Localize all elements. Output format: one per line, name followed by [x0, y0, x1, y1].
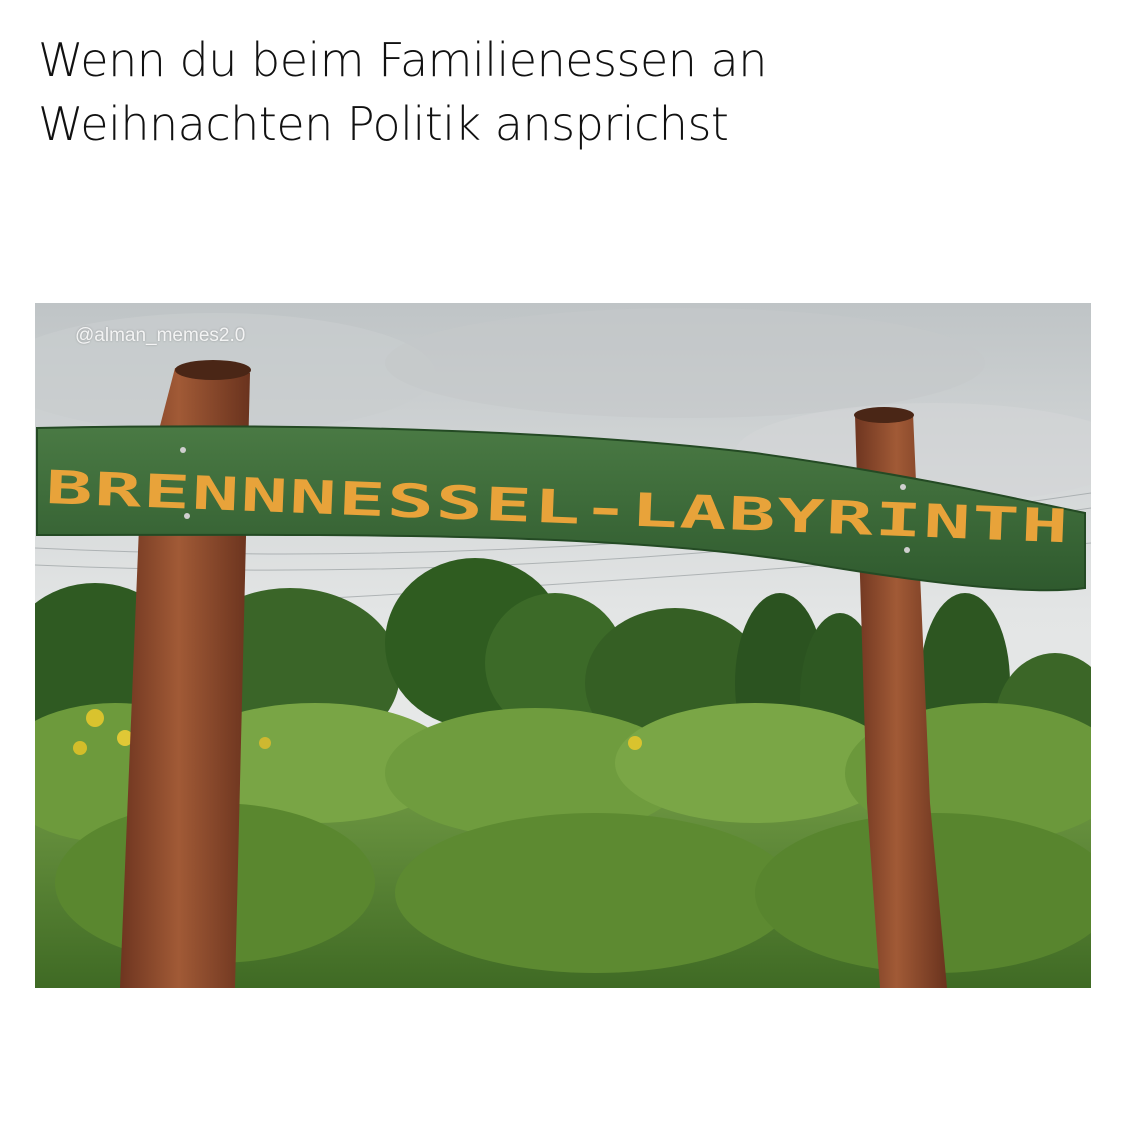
caption-line-1: Wenn du beim Familienessen an	[38, 33, 767, 87]
photo-scene: BRENNNESSEL-LABYRINTH	[35, 303, 1091, 988]
meme-photo: BRENNNESSEL-LABYRINTH @alman_memes2.0	[35, 303, 1091, 988]
caption-line-2: Weihnachten Politik ansprichst	[38, 97, 729, 151]
watermark: @alman_memes2.0	[75, 325, 246, 346]
meme-caption: Wenn du beim Familienessen an Weihnachte…	[38, 28, 1088, 156]
